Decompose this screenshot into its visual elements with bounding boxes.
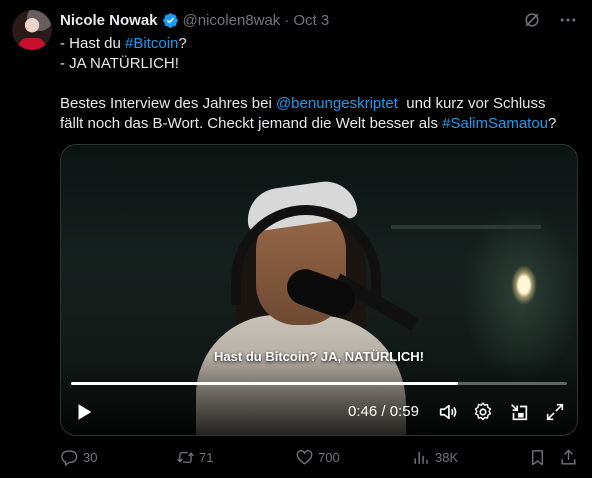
tweet-text-segment: Bestes Interview des Jahres bei [60, 95, 276, 112]
share-icon [559, 448, 578, 467]
video-progress-fill [71, 382, 458, 385]
volume-icon[interactable] [437, 401, 459, 423]
tweet-text-segment: ? [178, 35, 187, 52]
mention-benungeskriptet-link[interactable]: @benungeskriptet [276, 95, 398, 112]
tweet-line-4: fällt noch das B-Wort. Checkt jemand die… [60, 114, 580, 134]
controls-shade [61, 355, 577, 435]
tweet-header: Nicole Nowak @nicolen8wak · Oct 3 [60, 10, 329, 30]
video-duration: 0:59 [389, 403, 419, 420]
like-button[interactable]: 700 [295, 448, 340, 467]
tweet-line-2: - JA NATÜRLICH! [60, 55, 179, 72]
tweet-card[interactable]: Nicole Nowak @nicolen8wak · Oct 3 - Hast… [0, 0, 592, 478]
views-count: 38K [435, 450, 459, 465]
like-count: 700 [318, 450, 340, 465]
tweet-line-3: Bestes Interview des Jahres bei @benunge… [60, 94, 580, 114]
tweet-line-1: - Hast du #Bitcoin? [60, 34, 580, 54]
avatar-shirt [18, 38, 46, 50]
tweet-text-segment: fällt noch das B-Wort. Checkt jemand die… [60, 115, 443, 132]
tweet-text-segment: ? [548, 115, 557, 132]
header-separator: · [284, 11, 290, 29]
video-progress-bar[interactable] [71, 382, 567, 385]
repost-count: 71 [199, 450, 214, 465]
tweet-date[interactable]: Oct 3 [293, 12, 329, 29]
views-icon [412, 448, 431, 467]
top-icons [522, 10, 578, 30]
like-icon [295, 448, 314, 467]
fullscreen-icon[interactable] [544, 401, 566, 423]
reply-button[interactable]: 30 [60, 448, 97, 467]
play-icon[interactable] [73, 401, 95, 423]
video-current-time: 0:46 [348, 403, 378, 420]
tweet-text: - Hast du #Bitcoin? - JA NATÜRLICH! Best… [60, 34, 580, 134]
hashtag-bitcoin-link[interactable]: #Bitcoin [125, 35, 178, 52]
hashtag-salimsamatou-link[interactable]: #SalimSamatou [442, 115, 548, 132]
dock-icon[interactable] [508, 401, 530, 423]
settings-icon[interactable] [472, 401, 494, 423]
repost-icon [176, 448, 195, 467]
reply-count: 30 [83, 450, 98, 465]
bookmark-icon [528, 448, 547, 467]
reply-icon [60, 448, 79, 467]
verified-badge-icon[interactable] [162, 12, 179, 29]
share-button[interactable] [559, 448, 578, 467]
tweet-text-segment: - Hast du [60, 35, 126, 52]
video-time-separator: / [377, 403, 390, 420]
avatar[interactable] [12, 10, 52, 50]
repost-button[interactable]: 71 [176, 448, 213, 467]
grok-icon[interactable] [522, 10, 542, 30]
video-player[interactable]: Hast du Bitcoin? JA, NATÜRLICH! 0:46 / 0… [60, 144, 578, 436]
video-caption: Hast du Bitcoin? JA, NATÜRLICH! [214, 349, 424, 364]
views-button[interactable]: 38K [412, 448, 458, 467]
more-icon[interactable] [558, 10, 578, 30]
background-lamp [511, 265, 537, 305]
bookmark-button[interactable] [528, 448, 547, 467]
tweet-text-segment: und kurz vor Schluss [397, 95, 546, 112]
author-handle[interactable]: @nicolen8wak [183, 12, 281, 29]
video-time: 0:46 / 0:59 [348, 403, 419, 420]
tweet-actions: 30 71 700 38K [60, 448, 580, 470]
background-shelf [391, 225, 541, 229]
author-name[interactable]: Nicole Nowak [60, 12, 158, 29]
